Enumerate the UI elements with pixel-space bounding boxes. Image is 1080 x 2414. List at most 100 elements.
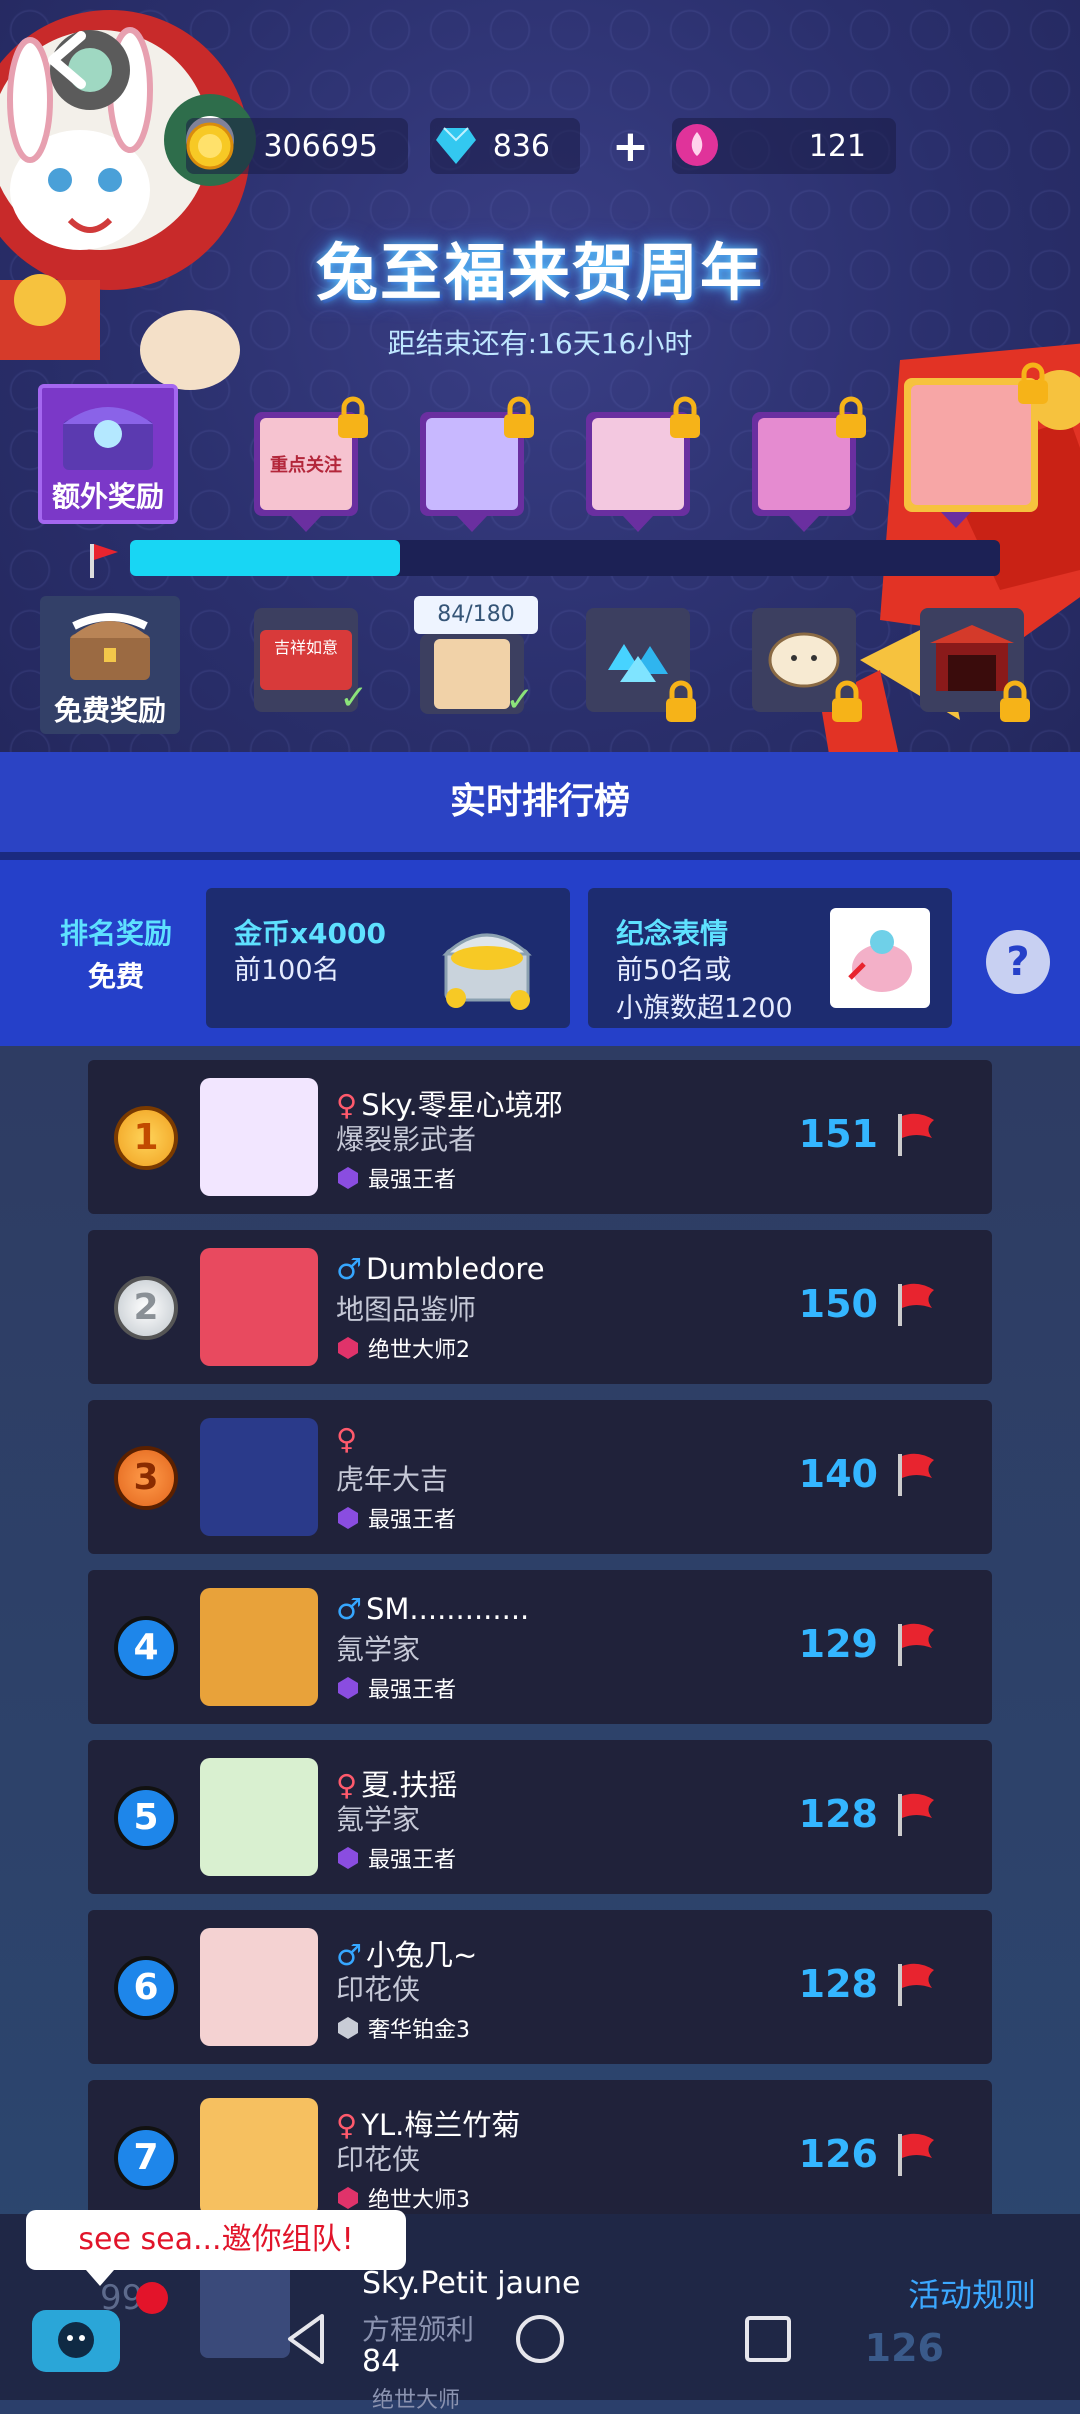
- tier-label: 最强王者: [368, 1168, 457, 1193]
- flag-score: 140: [798, 1452, 878, 1496]
- gender-icon: ♀: [336, 1088, 358, 1122]
- rank-badge: 5: [114, 1786, 178, 1850]
- nav-recents-icon[interactable]: [733, 2304, 803, 2374]
- avatar[interactable]: [200, 2098, 318, 2216]
- emote-reward-desc-line1: 前50名或: [616, 955, 732, 986]
- leaderboard-row[interactable]: 5 ♀ 夏.扶摇 氪学家 最强王者 128: [88, 1740, 992, 1894]
- player-title: 氪学家: [336, 1633, 421, 1666]
- player-title: 印花侠: [336, 1973, 421, 2006]
- avatar[interactable]: [200, 1078, 318, 1196]
- gender-icon: ♂: [336, 1252, 362, 1286]
- flag-progress-bar: [130, 540, 1000, 576]
- rank-badge: 1: [114, 1106, 178, 1170]
- leaderboard-row[interactable]: 2 ♂ Dumbledore 地图品鉴师 绝世大师2 150: [88, 1230, 992, 1384]
- extra-reward-item-4[interactable]: [752, 396, 866, 532]
- free-reward-label: 免费奖励: [53, 694, 166, 727]
- free-reward-item-4[interactable]: [752, 608, 862, 722]
- avatar[interactable]: [200, 1418, 318, 1536]
- player-name-line: ♂ SM.............: [336, 1592, 529, 1626]
- rank-badge: 2: [114, 1276, 178, 1340]
- event-banner: 306695 836 + 121 兔至福来贺周年 距结束还有:16天16小时 额…: [0, 0, 1080, 752]
- team-invite-bubble[interactable]: see sea...邀你组队!: [26, 2210, 406, 2286]
- free-reward-chest[interactable]: 免费奖励: [40, 596, 180, 734]
- lion-costume-icon: [911, 385, 1031, 505]
- rank-gem-icon: [338, 1337, 358, 1359]
- diamond-balance: 836: [430, 118, 580, 174]
- coin-reward-box[interactable]: 金币x4000 前100名: [206, 888, 570, 1028]
- emote-reward-desc: 前50名或 小旗数超1200: [616, 952, 793, 1028]
- system-nav-bar: [0, 2280, 1080, 2400]
- free-reward-item-1[interactable]: 吉祥如意 ✓: [254, 608, 368, 718]
- avatar[interactable]: [200, 1588, 318, 1706]
- rank-gem-icon: [338, 1677, 358, 1699]
- character-sticker-icon: [434, 639, 510, 709]
- leaderboard-row[interactable]: 3 ♀ 虎年大吉 最强王者 140: [88, 1400, 992, 1554]
- extra-reward-chest[interactable]: 额外奖励: [38, 384, 178, 524]
- extra-reward-item-1[interactable]: 重点关注: [254, 396, 368, 532]
- leaderboard-row[interactable]: 1 ♀ Sky.零星心境邪 爆裂影武者 最强王者 151: [88, 1060, 992, 1214]
- player-name: 小兔几~: [366, 1938, 478, 1972]
- tier-label: 最强王者: [368, 1848, 457, 1873]
- coin-balance: 306695: [186, 118, 408, 174]
- player-tier: 绝世大师2: [336, 1332, 470, 1364]
- extra-reward-item-2[interactable]: [420, 396, 534, 532]
- rank-reward-panel: 排名奖励 免费 金币x4000 前100名 纪念表情 前50名或 小旗数超120…: [0, 860, 1080, 1046]
- rank-gem-icon: [338, 1167, 358, 1189]
- extra-reward-grand-prize[interactable]: [904, 362, 1048, 528]
- flag-score: 128: [798, 1792, 878, 1836]
- back-button[interactable]: [28, 20, 108, 100]
- checkmark-icon: ✓: [339, 678, 369, 718]
- help-button[interactable]: ?: [986, 930, 1050, 994]
- coin-count: 306695: [263, 128, 378, 164]
- leaderboard-row[interactable]: 6 ♂ 小兔几~ 印花侠 奢华铂金3 128: [88, 1910, 992, 2064]
- gender-icon: ♂: [336, 1938, 362, 1972]
- player-name: YL.梅兰竹菊: [361, 2108, 521, 2142]
- red-flag-icon: [898, 2133, 934, 2176]
- lock-icon: [504, 396, 534, 438]
- rank-gem-icon: [338, 1847, 358, 1869]
- player-name: SM.............: [366, 1592, 530, 1626]
- free-reward-item-3[interactable]: [586, 608, 696, 722]
- emote-reward-box[interactable]: 纪念表情 前50名或 小旗数超1200: [588, 888, 952, 1028]
- back-arrow-icon: [48, 31, 86, 89]
- coin-reward-title: 金币x4000: [234, 917, 386, 950]
- player-title: 氪学家: [336, 1803, 421, 1836]
- checkmark-icon: ✓: [505, 680, 535, 720]
- player-name: Dumbledore: [366, 1252, 545, 1286]
- tier-label: 最强王者: [368, 1678, 457, 1703]
- event-title: 兔至福来贺周年: [315, 236, 764, 309]
- emote-reward-desc-line2: 小旗数超1200: [616, 993, 793, 1024]
- leaderboard-title: 实时排行榜: [0, 752, 1080, 860]
- leaderboard-row[interactable]: 4 ♂ SM............. 氪学家 最强王者 129: [88, 1570, 992, 1724]
- player-name-line: ♀: [336, 1422, 361, 1456]
- rank-gem-icon: [338, 1507, 358, 1529]
- start-flag-icon: [90, 544, 118, 578]
- rank-reward-type: 免费: [88, 960, 145, 993]
- flag-score: 129: [798, 1622, 878, 1666]
- progress-count: 84/180: [414, 596, 538, 634]
- lucky-sticker-icon: 吉祥如意: [260, 630, 352, 690]
- progress-fill: [130, 540, 400, 576]
- player-tier: 奢华铂金3: [336, 2012, 470, 2044]
- rank-badge: 6: [114, 1956, 178, 2020]
- lock-icon: [832, 680, 862, 722]
- extra-reward-item-3[interactable]: [586, 396, 700, 532]
- nav-home-icon[interactable]: [505, 2304, 575, 2374]
- flag-score: 151: [798, 1112, 878, 1156]
- avatar[interactable]: [200, 1758, 318, 1876]
- lotus-balance: 121: [672, 118, 896, 174]
- red-flag-icon: [898, 1793, 934, 1836]
- purple-chest-icon: [63, 407, 153, 470]
- add-diamond-button[interactable]: +: [612, 118, 649, 174]
- red-flag-icon: [898, 1963, 934, 2006]
- nav-back-icon[interactable]: [272, 2304, 342, 2374]
- rank-gem-icon: [338, 2187, 358, 2209]
- avatar[interactable]: [200, 1928, 318, 2046]
- red-flag-icon: [898, 1453, 934, 1496]
- lock-icon: [338, 396, 368, 438]
- rank-badge: 7: [114, 2126, 178, 2190]
- free-reward-item-5[interactable]: [920, 608, 1030, 722]
- avatar[interactable]: [200, 1248, 318, 1366]
- free-reward-item-2[interactable]: ✓: [420, 634, 534, 720]
- tier-label: 最强王者: [368, 1508, 457, 1533]
